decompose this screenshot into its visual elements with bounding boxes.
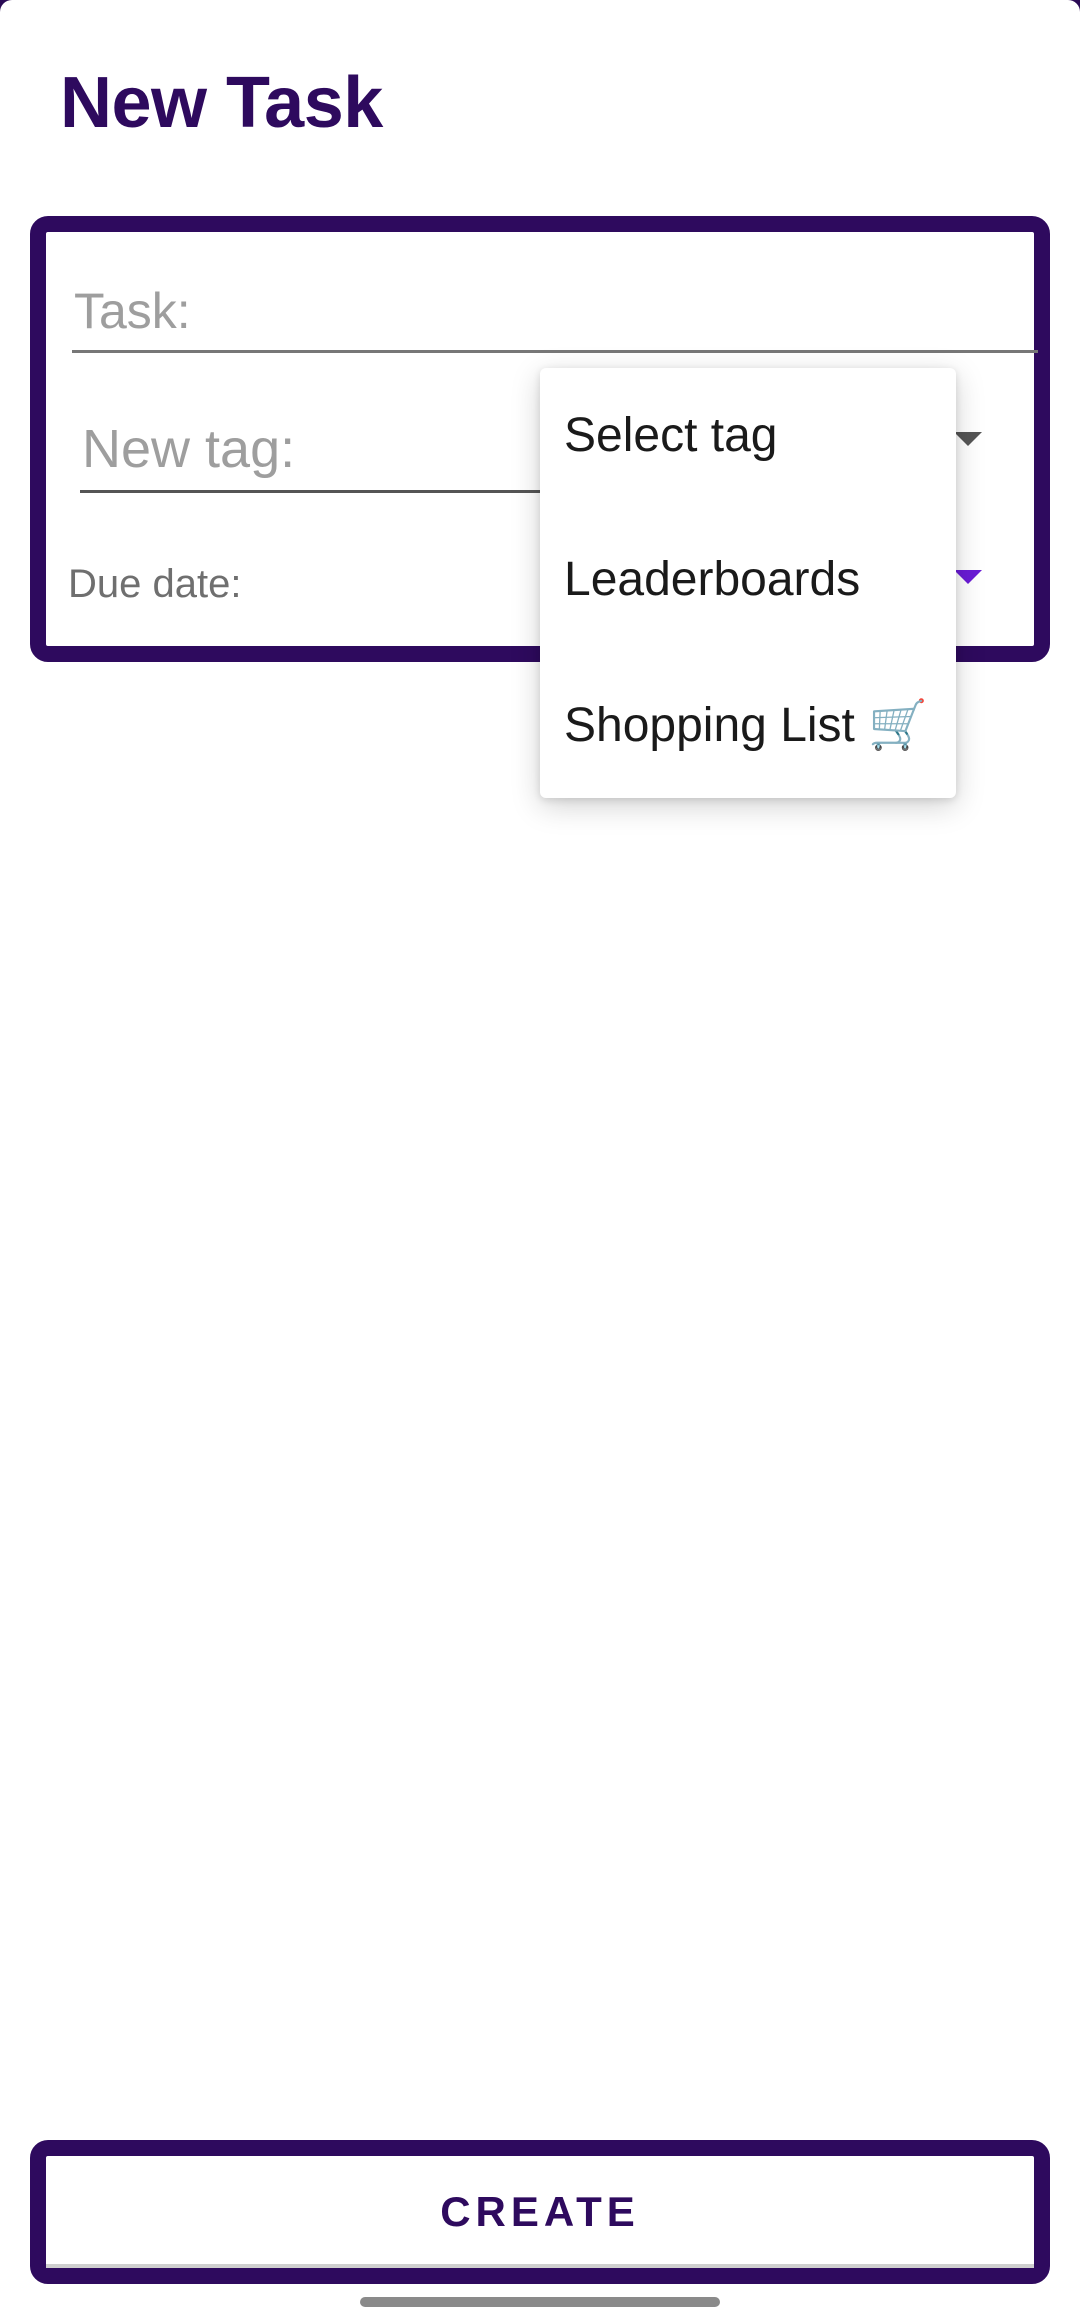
new-tag-input-placeholder: New tag: [82,419,296,479]
page-title: New Task [60,63,383,143]
due-date-label: Due date: [68,562,242,606]
new-tag-input[interactable]: New tag: [80,410,542,493]
home-indicator[interactable] [360,2297,720,2307]
new-task-screen: New Task Task: New tag: Due date: Select… [0,0,1080,2315]
screen-corner [0,0,12,12]
screen-corner [1068,0,1080,12]
dropdown-option-shopping-list[interactable]: Shopping List 🛒 [564,696,928,753]
button-divider [46,2264,1034,2268]
dropdown-option-leaderboards[interactable]: Leaderboards [564,552,860,607]
dropdown-option-select-tag[interactable]: Select tag [564,408,777,463]
caret-down-icon[interactable] [954,432,982,446]
create-button-label: CREATE [440,2188,640,2235]
tag-dropdown-menu: Select tag Leaderboards Shopping List 🛒 [540,368,956,798]
caret-down-icon[interactable] [954,570,982,584]
task-input-placeholder: Task: [74,283,191,339]
task-input[interactable]: Task: [72,274,1038,353]
create-button[interactable]: CREATE [30,2140,1050,2284]
